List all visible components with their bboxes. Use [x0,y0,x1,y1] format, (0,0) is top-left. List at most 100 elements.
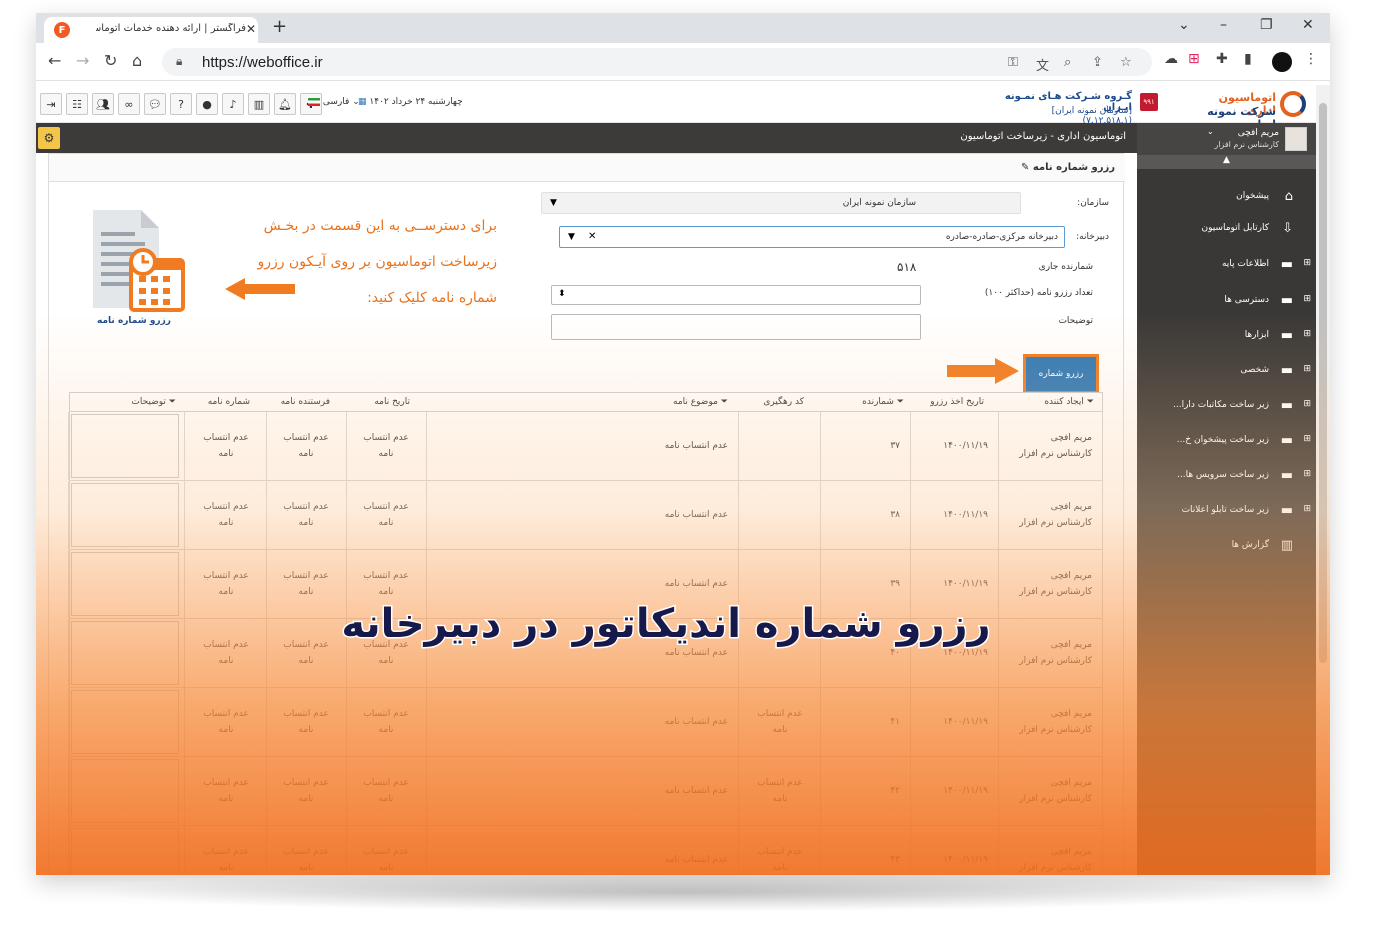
back-icon[interactable]: ← [48,51,61,70]
reserve-count-input[interactable]: ⬍ [551,285,921,305]
col-sender[interactable]: فرستنده نامه [281,397,330,407]
notes-textarea[interactable] [71,621,179,685]
sidebar-item[interactable]: ⇩ کارتابل اتوماسیون [1145,219,1311,239]
expand-icon[interactable]: ⊞ [1303,504,1311,514]
extension-cloud-icon[interactable]: ☁ [1164,51,1178,67]
notes-input[interactable] [551,314,921,340]
address-bar[interactable]: 🔒︎ https://weboffice.ir ⚿ 文 ⌕ ⇪ ☆ [162,48,1152,76]
reload-icon[interactable]: ↻ [104,51,117,70]
org-chart-icon[interactable]: ☷ [66,93,88,115]
settings-gear-icon[interactable]: ⚙ [38,127,60,149]
sidebar-item[interactable]: ⊞ ▬ دسترسی ها [1145,291,1311,311]
notes-textarea[interactable] [71,690,179,754]
sidebar-item[interactable]: ⊞ ▬ زیر ساخت مکاتبات دارا... [1145,396,1311,416]
forward-icon[interactable]: → [76,51,89,70]
tab-search-icon[interactable]: ⌄ [1178,17,1190,33]
close-window-icon[interactable]: ✕ [1302,17,1314,33]
tab-close-icon[interactable]: ✕ [246,22,256,36]
table-row[interactable]: مریم افچی کارشناس نرم افزار ۱۴۰۰/۱۱/۱۹ ۴۱ عد… [68,688,1103,757]
expand-icon[interactable]: ⊞ [1303,434,1311,444]
reserve-letter-number-icon[interactable] [83,210,187,314]
table-row[interactable]: مریم افچی کارشناس نرم افزار ۱۴۰۰/۱۱/۱۹ ۴۲ عد… [68,757,1103,826]
translate-icon[interactable]: 文 [1036,55,1049,74]
url-text[interactable]: https://weboffice.ir [202,54,323,71]
col-tracking[interactable]: کد رهگیری [763,397,804,407]
expand-icon[interactable]: ⊞ [1303,258,1311,268]
user-menu[interactable]: ⌄ مریم افچی کارشناس نرم افزار [1137,123,1316,155]
org-select[interactable]: سازمان نمونه ایران ▼ [541,192,1021,214]
filter-icon[interactable]: ⏷ [1087,397,1094,407]
bookmark-star-icon[interactable]: ☆ [1120,55,1132,70]
bell-icon[interactable]: 🔔︎ [274,93,296,115]
lock-icon[interactable]: 🔒︎ [176,54,182,69]
exit-icon[interactable]: ⇥ [40,93,62,115]
reserve-icon-label[interactable]: رزرو شماره نامه [79,316,189,326]
chart-icon[interactable]: ▥ [248,93,270,115]
help-icon[interactable]: ? [170,93,192,115]
browser-menu-icon[interactable]: ⋮ [1304,51,1318,67]
sidebar-item[interactable]: ⊞ ▬ زیر ساخت سرویس ها... [1145,466,1311,486]
collapse-up-icon[interactable]: ▲ [1137,155,1316,169]
folder-icon: ▬ [1280,293,1293,308]
page-scrollbar[interactable] [1316,85,1330,875]
sidebar-item[interactable]: ⊞ ▬ زیر ساخت پیشخوان خ... [1145,431,1311,451]
col-subject[interactable]: ⏷ موضوع نامه [673,397,728,407]
col-letter-date[interactable]: تاریخ نامه [374,397,410,407]
notes-textarea[interactable] [71,828,179,875]
table-row[interactable]: مریم افچی کارشناس نرم افزار ۱۴۰۰/۱۱/۱۹ ۳۷ عد… [68,412,1103,481]
sidepanel-icon[interactable]: ▮ [1244,51,1252,67]
expand-icon[interactable]: ⊞ [1303,469,1311,479]
expand-icon[interactable]: ⊞ [1303,329,1311,339]
col-creator[interactable]: ⏷ ایجاد کننده [1044,397,1094,407]
share-icon[interactable]: ⇪ [1092,55,1103,70]
notes-textarea[interactable] [71,414,179,478]
user-role: کارشناس نرم افزار [1214,140,1279,149]
chat-icon[interactable]: 💬︎ [144,93,166,115]
notes-textarea[interactable] [71,552,179,616]
caret-down-icon[interactable]: ▼ [568,232,575,242]
filter-icon[interactable]: ⏷ [721,397,728,407]
group-icon[interactable]: 👥︎ [92,93,114,115]
new-tab-icon[interactable]: + [272,16,287,37]
cell-counter: ۴۳ [820,826,910,875]
minimize-icon[interactable]: – [1220,17,1227,33]
spinner-icon[interactable]: ⬍ [558,289,566,299]
col-letter-no[interactable]: شماره نامه [208,397,250,407]
col-counter-label: شمارنده [862,397,894,407]
user-icon[interactable]: ● [196,93,218,115]
sidebar-item[interactable]: ▥ گزارش ها [1145,536,1311,556]
expand-icon[interactable]: ⊞ [1303,364,1311,374]
profile-avatar[interactable] [1272,52,1292,72]
notes-textarea[interactable] [71,483,179,547]
clear-icon[interactable]: ✕ [588,231,596,242]
restore-icon[interactable]: ❐ [1260,17,1273,33]
extensions-puzzle-icon[interactable]: ✚ [1216,51,1228,67]
sidebar-item[interactable]: ⊞ ▬ ابزارها [1145,326,1311,346]
home-icon[interactable]: ⌂ [132,51,142,70]
scrollbar-thumb[interactable] [1319,103,1327,663]
filter-icon[interactable]: ⏷ [169,397,176,407]
creator-name: مریم افچی [1050,709,1092,719]
table-row[interactable]: مریم افچی کارشناس نرم افزار ۱۴۰۰/۱۱/۱۹ ۳۸ عد… [68,481,1103,550]
col-reserve-date[interactable]: تاریخ اخذ رزرو [930,397,984,407]
browser-tab[interactable]: F فراگستر | ارائه دهنده خدمات اتوماسیون … [44,17,258,43]
sidebar-item[interactable]: ⊞ ▬ زیر ساخت تابلو اعلانات [1145,501,1311,521]
expand-icon[interactable]: ⊞ [1303,294,1311,304]
key-icon[interactable]: ⚿ [1008,55,1018,70]
reserve-number-button[interactable]: رزرو شماره [1023,354,1099,394]
col-notes[interactable]: ⏷ توضیحات [131,397,176,407]
secretariat-select[interactable]: دبیرخانه مرکزی-صادره-صادره ✕ ▼ [559,226,1065,248]
notes-textarea[interactable] [71,759,179,823]
extension-plus-icon[interactable]: ⊞ [1188,51,1200,67]
zoom-icon[interactable]: ⌕ [1064,55,1071,70]
expand-icon[interactable]: ⊞ [1303,399,1311,409]
sidebar-item[interactable]: ⌂ پیشخوان [1145,187,1311,207]
table-row[interactable]: مریم افچی کارشناس نرم افزار ۱۴۰۰/۱۱/۱۹ ۴۳ عد… [68,826,1103,875]
sidebar-item[interactable]: ⊞ ▬ اطلاعات پایه [1145,255,1311,275]
link-icon[interactable]: ∞ [118,93,140,115]
col-counter[interactable]: ⏷ شمارنده [862,397,904,407]
language-select[interactable]: ⌄ فارسی [308,97,360,107]
sidebar-item[interactable]: ⊞ ▬ شخصی [1145,361,1311,381]
mic-icon[interactable]: ♪ [222,93,244,115]
filter-icon[interactable]: ⏷ [897,397,904,407]
